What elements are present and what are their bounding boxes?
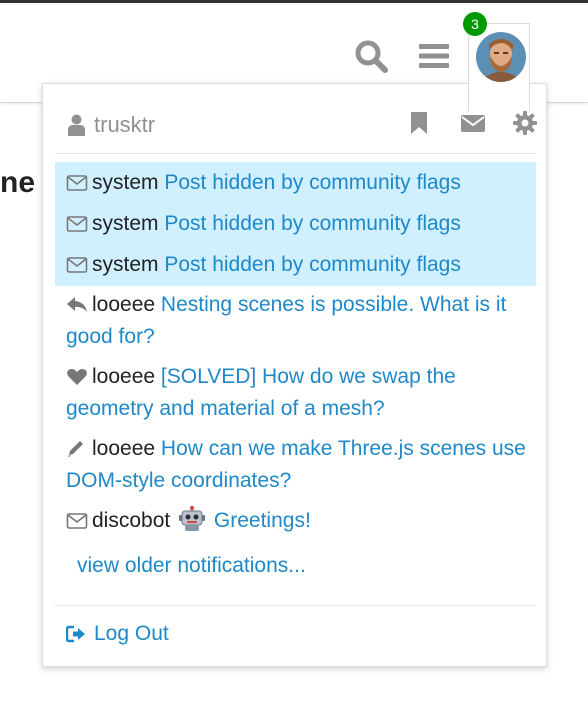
notification-link[interactable]: Post hidden by community flags bbox=[164, 253, 460, 276]
logout-label: Log Out bbox=[94, 622, 169, 645]
envelope-outline-icon bbox=[66, 175, 88, 191]
hamburger-menu-button[interactable] bbox=[417, 39, 451, 73]
notification-link[interactable]: Post hidden by community flags bbox=[164, 212, 460, 235]
notification-item[interactable]: system Post hidden by community flags bbox=[55, 204, 536, 245]
notification-user: system bbox=[92, 253, 159, 276]
notification-user: looeee bbox=[92, 437, 156, 460]
hamburger-icon bbox=[419, 44, 449, 68]
page: 3 ne trusktr system Post hidden by commu… bbox=[0, 0, 588, 723]
robot-emoji bbox=[179, 506, 206, 531]
username-label: trusktr bbox=[94, 112, 156, 137]
notification-item[interactable]: system Post hidden by community flags bbox=[55, 245, 536, 286]
reply-icon bbox=[67, 297, 87, 312]
preferences-button[interactable] bbox=[511, 109, 539, 137]
notification-user: system bbox=[92, 212, 159, 235]
user-icon bbox=[68, 114, 85, 136]
notifications-list: system Post hidden by community flags sy… bbox=[55, 162, 536, 582]
heart-icon bbox=[67, 369, 87, 385]
notification-user: system bbox=[92, 171, 159, 194]
notification-item[interactable]: discobot Greetings! bbox=[55, 502, 536, 542]
notification-item[interactable]: looeee Nesting scenes is possible. What … bbox=[55, 286, 536, 358]
notification-count-badge: 3 bbox=[463, 12, 487, 36]
bookmark-icon bbox=[411, 112, 427, 134]
gear-icon bbox=[513, 111, 537, 135]
envelope-outline-icon bbox=[66, 216, 88, 232]
bookmarks-button[interactable] bbox=[405, 109, 433, 137]
notification-item[interactable]: looeee How can we make Three.js scenes u… bbox=[55, 430, 536, 502]
notification-user: looeee bbox=[92, 365, 156, 388]
envelope-outline-icon bbox=[66, 513, 88, 529]
username-link[interactable]: trusktr bbox=[68, 112, 155, 138]
pencil-icon bbox=[68, 441, 83, 457]
notification-link[interactable]: Post hidden by community flags bbox=[164, 171, 460, 194]
envelope-icon bbox=[461, 115, 485, 132]
notification-item[interactable]: system Post hidden by community flags bbox=[55, 162, 536, 204]
search-button[interactable] bbox=[354, 39, 388, 73]
user-menu-header: trusktr bbox=[55, 84, 539, 154]
notification-link[interactable]: Greetings! bbox=[214, 509, 311, 532]
user-avatar bbox=[476, 32, 526, 82]
messages-button[interactable] bbox=[459, 109, 487, 137]
user-menu-panel: trusktr system Post hidden by community … bbox=[42, 83, 547, 667]
current-user-button[interactable]: 3 bbox=[463, 12, 530, 111]
notification-user: discobot bbox=[92, 509, 171, 532]
search-icon bbox=[355, 40, 388, 73]
sign-out-icon bbox=[66, 625, 85, 643]
view-older-notifications-link[interactable]: view older notifications... bbox=[55, 542, 536, 582]
page-heading: ne bbox=[0, 166, 36, 199]
menu-divider bbox=[55, 605, 536, 606]
notification-user: looeee bbox=[92, 293, 156, 316]
logout-link[interactable]: Log Out bbox=[66, 618, 169, 650]
envelope-outline-icon bbox=[66, 257, 88, 273]
notification-item[interactable]: looeee [SOLVED] How do we swap the geome… bbox=[55, 358, 536, 430]
